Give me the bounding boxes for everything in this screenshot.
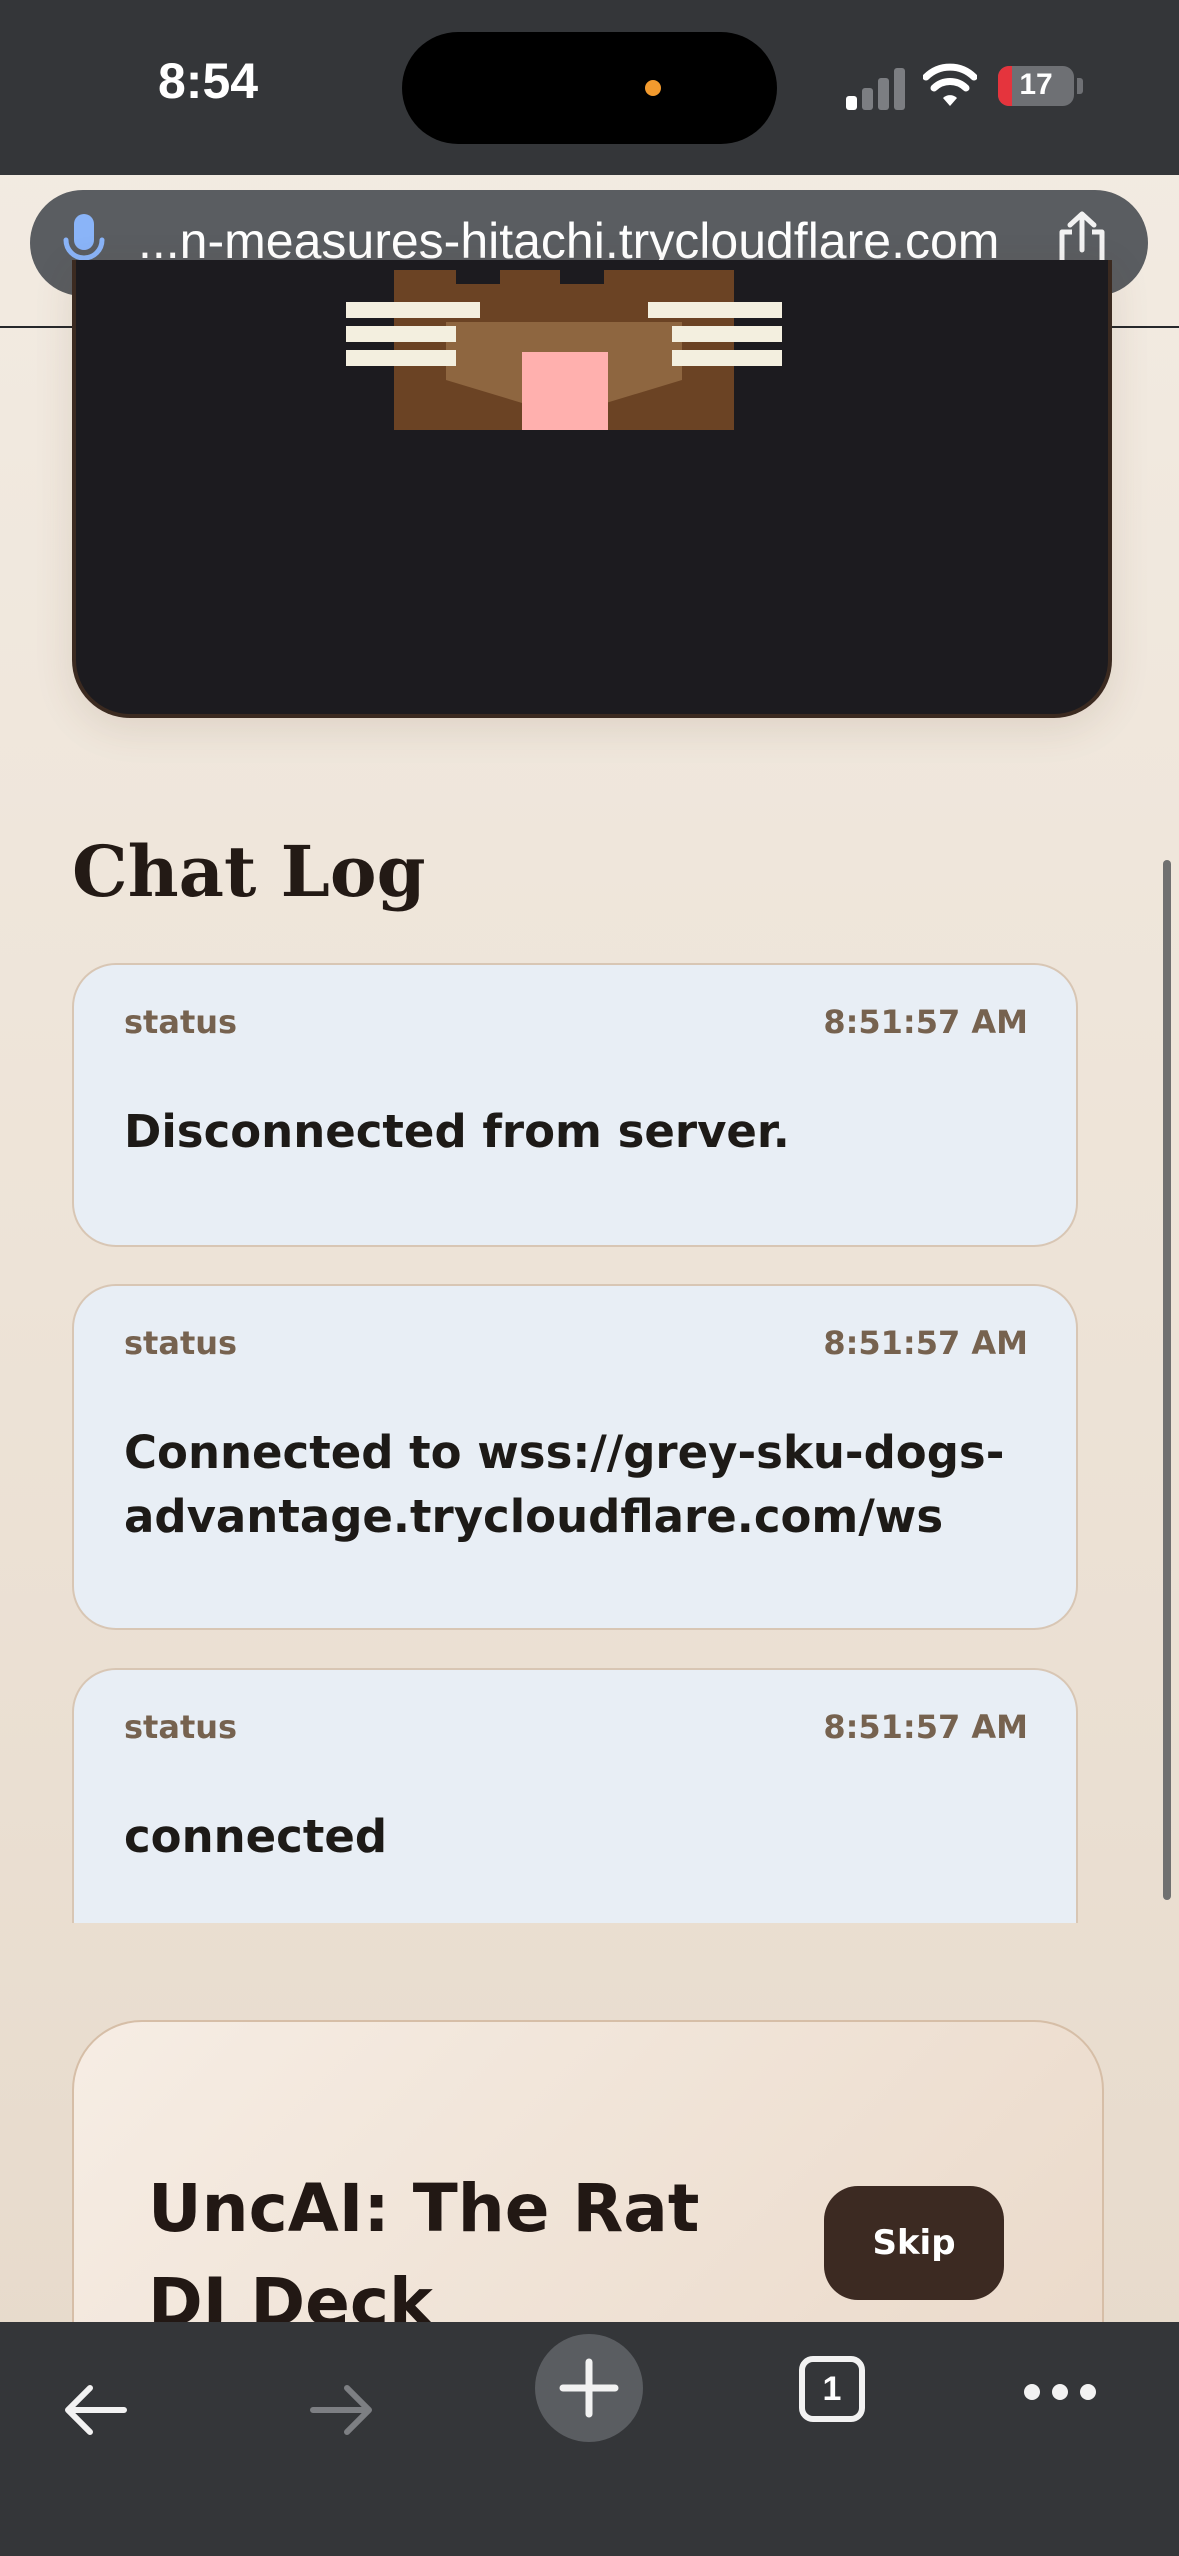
more-options-icon[interactable] <box>1024 2384 1096 2400</box>
page-scrollbar[interactable] <box>1163 860 1171 1900</box>
tab-switcher-button[interactable]: 1 <box>799 2356 865 2422</box>
dynamic-island <box>402 32 777 144</box>
wifi-icon <box>923 63 977 106</box>
message-text: Connected to wss://grey-sku-dogs-advanta… <box>124 1426 1005 1543</box>
chat-message: status 8:51:57 AM Disconnected from serv… <box>72 963 1078 1247</box>
message-type: status <box>124 1708 238 1746</box>
chat-message: status 8:51:57 AM connected <box>72 1668 1078 1923</box>
message-timestamp: 8:51:57 AM <box>823 1324 1028 1362</box>
chat-log-title: Chat Log <box>72 830 426 913</box>
status-time: 8:54 <box>158 53 259 109</box>
message-type: status <box>124 1003 238 1041</box>
status-bar: 8:54 17 ...n-measures-hitachi.trycloudfl… <box>0 0 1179 296</box>
skip-button[interactable]: Skip <box>824 2186 1004 2300</box>
message-type: status <box>124 1324 238 1362</box>
new-tab-button[interactable] <box>535 2334 643 2442</box>
battery-icon: 17 <box>998 66 1074 106</box>
back-arrow-icon <box>65 2385 127 2435</box>
message-text: Disconnected from server. <box>124 1105 790 1158</box>
message-text: connected <box>124 1810 388 1863</box>
chat-log-list[interactable]: status 8:51:57 AM Disconnected from serv… <box>72 963 1082 1923</box>
privacy-indicator-dot <box>645 80 661 96</box>
battery-level: 17 <box>1019 68 1053 101</box>
cellular-signal-icon <box>846 66 906 110</box>
chat-message: status 8:51:57 AM Connected to wss://gre… <box>72 1284 1078 1630</box>
battery-nub <box>1077 78 1083 94</box>
rat-game-canvas[interactable] <box>72 260 1112 718</box>
message-timestamp: 8:51:57 AM <box>823 1708 1028 1746</box>
new-tab-plus-icon <box>559 2358 619 2418</box>
forward-arrow-icon <box>310 2385 372 2435</box>
message-timestamp: 8:51:57 AM <box>823 1003 1028 1041</box>
rat-character-face <box>346 270 782 430</box>
back-button[interactable] <box>50 2360 140 2460</box>
forward-button[interactable] <box>297 2360 387 2460</box>
